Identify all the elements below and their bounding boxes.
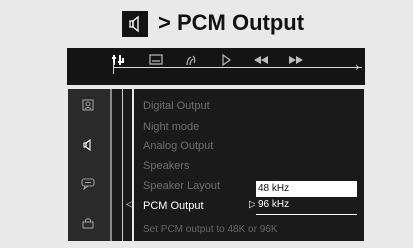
menu-item-pcm-output[interactable]: PCM Output	[143, 200, 204, 212]
selection-arrow-left-icon: ◁	[126, 199, 134, 210]
toolbar-track-start	[113, 62, 114, 74]
picture-icon[interactable]	[80, 97, 96, 113]
chat-icon[interactable]	[80, 176, 96, 192]
option-96khz[interactable]: 96 kHz	[258, 199, 289, 210]
subtitle-icon[interactable]	[148, 52, 164, 68]
page-header: > PCM Output	[0, 0, 413, 46]
chevron-right-icon: ›	[355, 60, 360, 74]
menu-panel	[68, 89, 364, 241]
toolbar-track	[113, 67, 362, 68]
rewind-icon[interactable]	[252, 52, 270, 68]
status-help-text: Set PCM output to 48K or 96K	[143, 224, 278, 235]
menu-divider-bright	[132, 89, 134, 241]
speaker-icon	[122, 11, 148, 37]
menu-item-speaker-layout[interactable]: Speaker Layout	[143, 180, 220, 192]
play-icon[interactable]	[218, 52, 234, 68]
menu-divider	[122, 89, 123, 241]
page-title: > PCM Output	[158, 10, 305, 35]
menu-item-digital-output[interactable]: Digital Output	[143, 100, 210, 112]
option-48khz[interactable]: 48 kHz	[258, 183, 289, 194]
menu-item-night-mode[interactable]: Night mode	[143, 121, 199, 133]
menu-item-analog-output[interactable]: Analog Output	[143, 140, 213, 152]
fast-forward-icon[interactable]	[287, 52, 305, 68]
speaker-icon[interactable]	[80, 137, 96, 153]
osd-screen: > PCM Output › Digital Output Night mode…	[0, 0, 413, 248]
lock-icon[interactable]	[80, 215, 96, 231]
sidebar-divider	[110, 89, 112, 241]
menu-item-speakers[interactable]: Speakers	[143, 160, 189, 172]
audio-icon[interactable]	[183, 52, 199, 68]
